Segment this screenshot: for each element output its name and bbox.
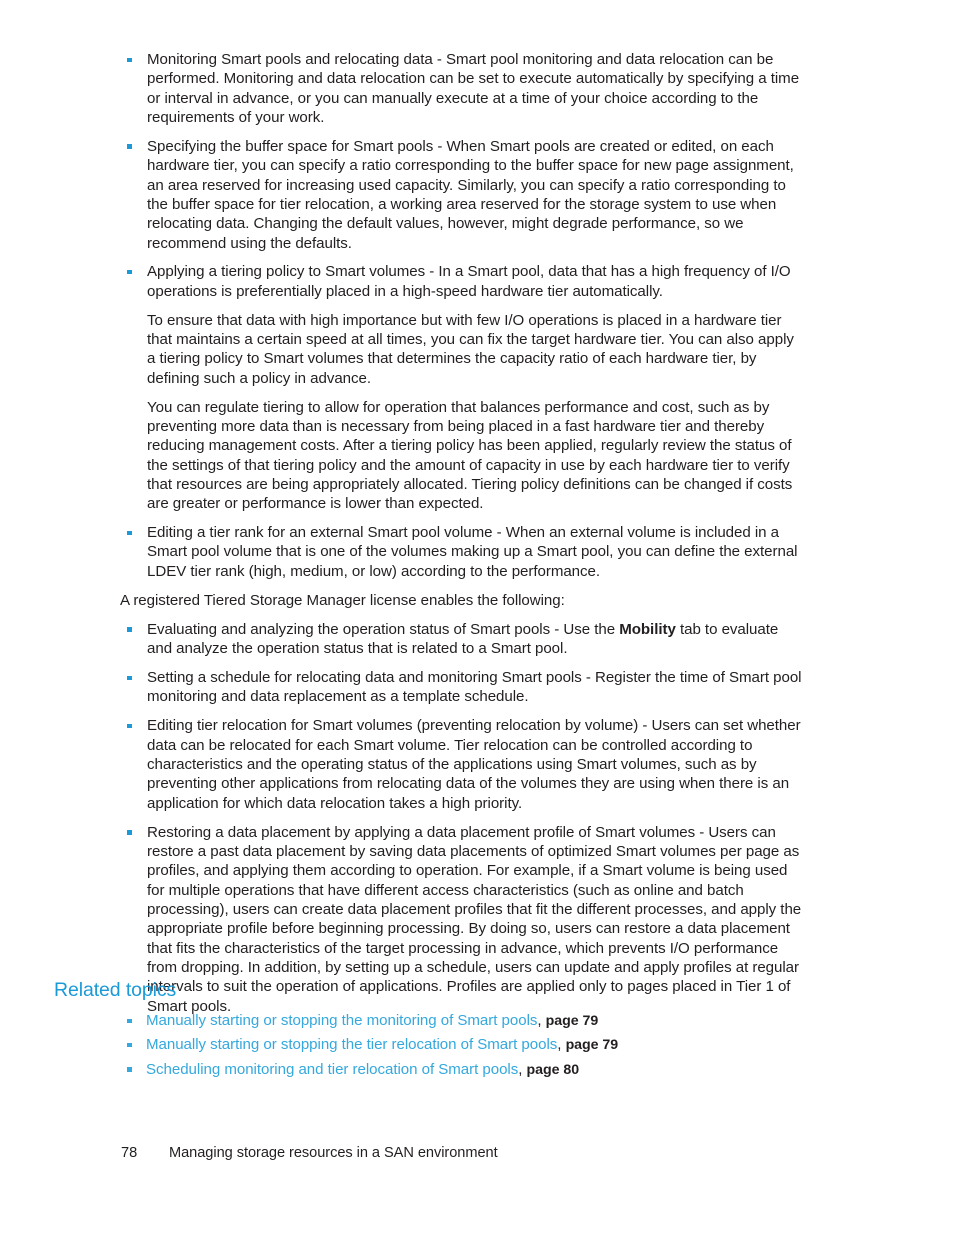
- list-item: Applying a tiering policy to Smart volum…: [120, 262, 802, 513]
- bullet-text: Applying a tiering policy to Smart volum…: [147, 263, 791, 300]
- related-topic-link[interactable]: Manually starting or stopping the monito…: [146, 1012, 537, 1029]
- bullet-text: Specifying the buffer space for Smart po…: [147, 137, 794, 252]
- list-item: Monitoring Smart pools and relocating da…: [120, 50, 802, 127]
- list-item: Specifying the buffer space for Smart po…: [120, 137, 802, 253]
- related-topics-heading: Related topics: [54, 979, 177, 1001]
- link-separator: ,: [557, 1036, 566, 1054]
- link-separator: ,: [518, 1060, 527, 1078]
- page-reference: page 80: [526, 1061, 580, 1078]
- bullet-text: Editing tier relocation for Smart volume…: [147, 717, 801, 812]
- license-intro-paragraph: A registered Tiered Storage Manager lice…: [120, 591, 565, 609]
- bullet-text: Setting a schedule for relocating data a…: [147, 669, 802, 706]
- license-bullet-list: Evaluating and analyzing the operation s…: [120, 620, 802, 1016]
- footer-page-number: 78: [121, 1145, 138, 1161]
- list-item: Editing a tier rank for an external Smar…: [120, 523, 802, 581]
- bullet-text: Monitoring Smart pools and relocating da…: [147, 51, 800, 127]
- page-reference: page 79: [565, 1037, 619, 1054]
- list-item: Editing tier relocation for Smart volume…: [120, 716, 802, 813]
- list-item: Setting a schedule for relocating data a…: [120, 668, 802, 707]
- list-item: Manually starting or stopping the monito…: [126, 1011, 886, 1031]
- related-topics-list: Manually starting or stopping the monito…: [126, 1011, 886, 1080]
- page-reference: page 79: [545, 1013, 599, 1029]
- link-separator: ,: [537, 1012, 546, 1029]
- mobility-tab-emphasis: Mobility: [619, 620, 676, 638]
- related-topic-link[interactable]: Manually starting or stopping the tier r…: [146, 1036, 557, 1053]
- list-item: Manually starting or stopping the tier r…: [126, 1035, 886, 1055]
- related-topic-link[interactable]: Scheduling monitoring and tier relocatio…: [146, 1061, 518, 1078]
- footer-chapter-title: Managing storage resources in a SAN envi…: [169, 1145, 498, 1161]
- bullet-subparagraph: You can regulate tiering to allow for op…: [147, 398, 793, 513]
- page-footer: 78 Managing storage resources in a SAN en…: [121, 1144, 498, 1163]
- list-item: Scheduling monitoring and tier relocatio…: [126, 1060, 886, 1080]
- list-item: Evaluating and analyzing the operation s…: [120, 620, 802, 659]
- main-content-column: Monitoring Smart pools and relocating da…: [120, 50, 802, 1025]
- feature-bullet-list: Monitoring Smart pools and relocating da…: [120, 50, 802, 581]
- document-page: Monitoring Smart pools and relocating da…: [0, 0, 954, 1235]
- bullet-subparagraph: To ensure that data with high importance…: [147, 311, 794, 387]
- bullet-text-before: Evaluating and analyzing the operation s…: [147, 620, 620, 638]
- bullet-text: Editing a tier rank for an external Smar…: [147, 524, 798, 580]
- related-topics-section: Related topics Manually starting or stop…: [54, 978, 814, 1084]
